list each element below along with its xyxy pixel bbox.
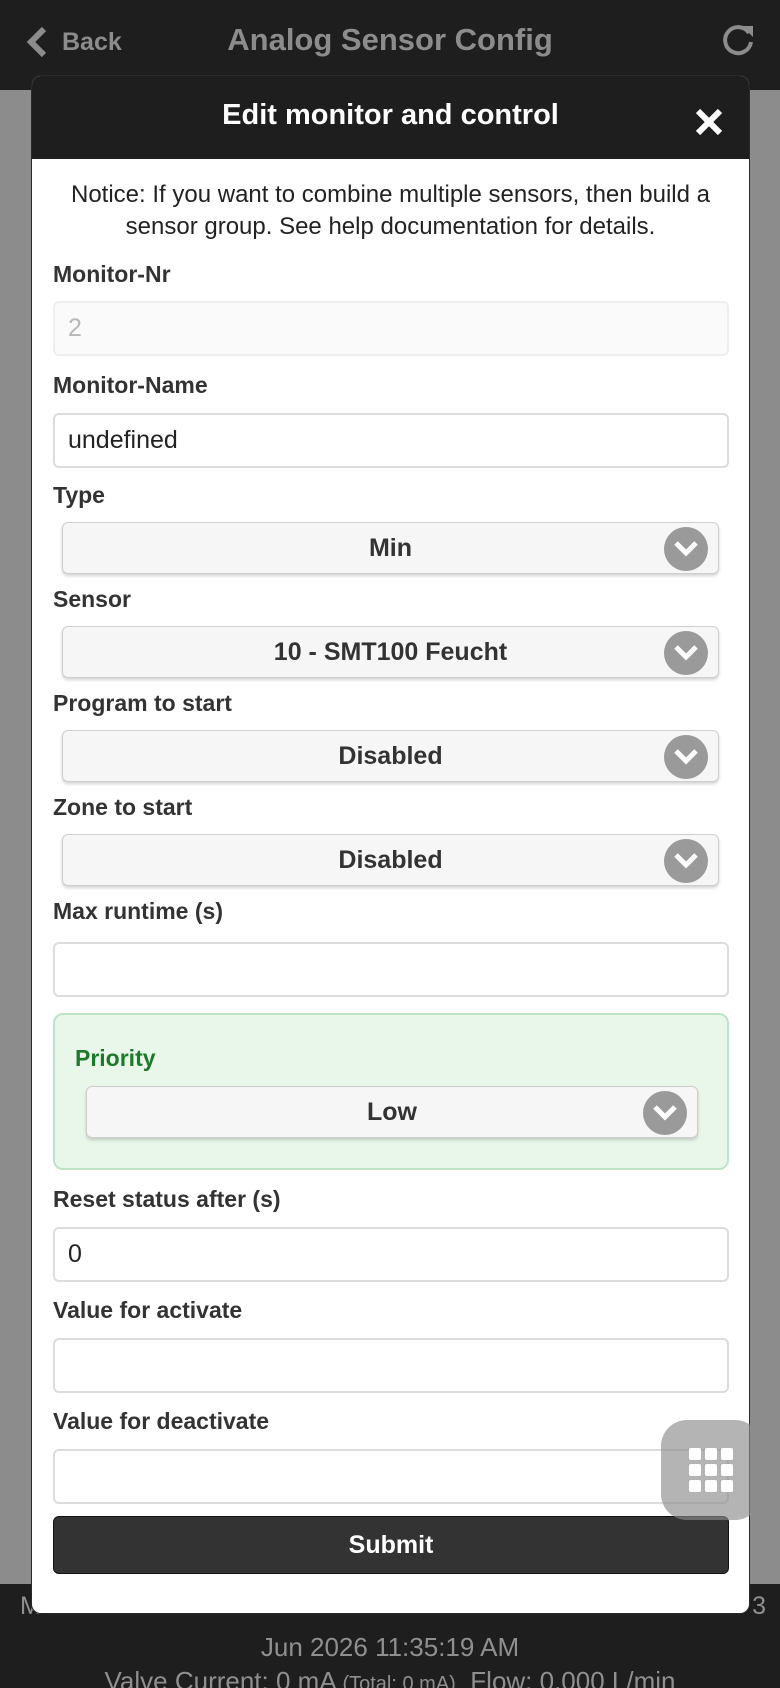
chevron-down-icon [664, 631, 708, 675]
page-title: Analog Sensor Config [227, 22, 553, 57]
dialog-title: Edit monitor and control [222, 99, 559, 131]
value-activate-label: Value for activate [53, 1297, 243, 1323]
monitor-nr-label: Monitor-Nr [53, 261, 171, 287]
chevron-down-icon [643, 1091, 687, 1135]
footer-datetime: Jun 2026 11:35:19 AM [260, 1632, 520, 1662]
footer-status: Valve Current: 0 mA (Total: 0 mA) Flow: … [0, 1666, 780, 1688]
program-selected-value: Disabled [338, 741, 443, 770]
footer-edge-right: 3 [752, 1592, 766, 1620]
chevron-down-icon [664, 839, 708, 883]
value-activate-field[interactable] [53, 1338, 729, 1393]
zone-label: Zone to start [53, 794, 193, 820]
keypad-button[interactable] [661, 1420, 761, 1520]
sensor-label: Sensor [53, 586, 131, 612]
max-runtime-field[interactable] [53, 942, 729, 997]
priority-select[interactable]: Low [86, 1086, 698, 1138]
edit-monitor-dialog: Edit monitor and control Notice: If you … [31, 75, 750, 1614]
max-runtime-label: Max runtime (s) [53, 898, 223, 924]
chevron-down-icon [664, 735, 708, 779]
priority-panel: Priority Low [53, 1013, 729, 1170]
value-deactivate-label: Value for deactivate [53, 1408, 270, 1434]
type-label: Type [53, 482, 105, 508]
total-current: (Total: 0 mA) [342, 1673, 456, 1688]
value-deactivate-field[interactable] [53, 1449, 729, 1504]
reset-status-label: Reset status after (s) [53, 1186, 281, 1212]
close-icon[interactable] [693, 106, 725, 138]
chevron-down-icon [664, 527, 708, 571]
monitor-name-label: Monitor-Name [53, 372, 208, 398]
program-label: Program to start [53, 690, 232, 716]
grid-icon [689, 1448, 733, 1492]
valve-current: Valve Current: 0 mA [104, 1666, 336, 1688]
flow-rate: Flow: 0.000 L/min [470, 1666, 676, 1688]
submit-button[interactable]: Submit [53, 1516, 729, 1574]
type-selected-value: Min [368, 533, 413, 562]
zone-selected-value: Disabled [338, 845, 443, 874]
reset-status-field[interactable] [53, 1227, 729, 1282]
sensor-selected-value: 10 - SMT100 Feucht [273, 637, 508, 666]
type-select[interactable]: Min [62, 522, 719, 574]
zone-select[interactable]: Disabled [62, 834, 719, 886]
sensor-select[interactable]: 10 - SMT100 Feucht [62, 626, 719, 678]
program-select[interactable]: Disabled [62, 730, 719, 782]
priority-label: Priority [75, 1045, 156, 1071]
refresh-icon[interactable] [720, 22, 756, 58]
monitor-nr-field [53, 301, 729, 356]
monitor-name-field[interactable] [53, 413, 729, 468]
dialog-header: Edit monitor and control [32, 76, 749, 159]
notice-text: Notice: If you want to combine multiple … [71, 181, 710, 240]
priority-selected-value: Low [367, 1097, 417, 1126]
